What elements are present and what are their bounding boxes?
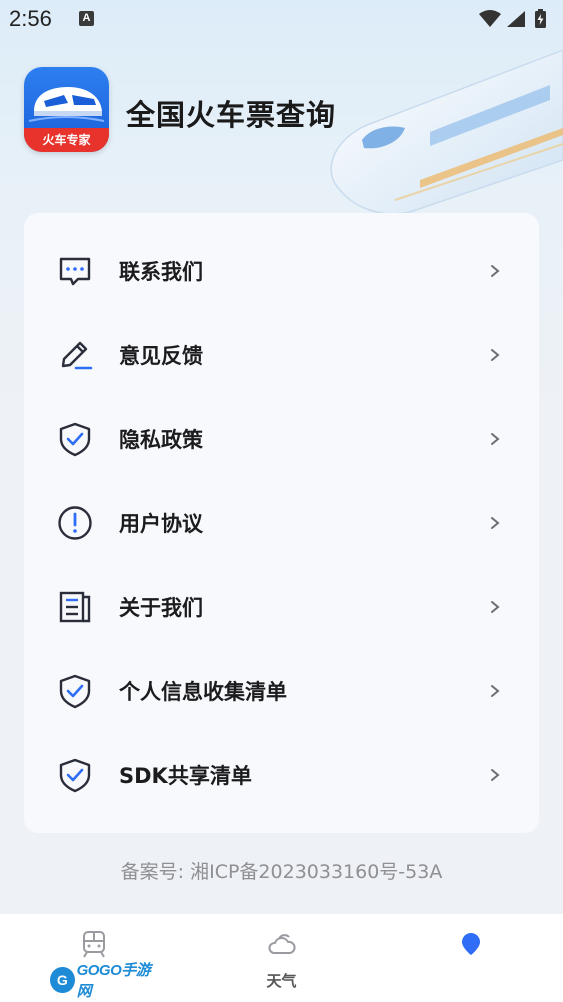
menu-item-sdk-share-list[interactable]: SDK共享清单 xyxy=(24,733,539,817)
app-logo: 火车专家 xyxy=(24,67,109,152)
menu-card: 联系我们 意见反馈 隐私政策 用户协议 关于我们 个人信息收集清单 SDK共享清… xyxy=(24,213,539,833)
status-time: 2:56 xyxy=(9,6,52,31)
menu-item-label: 个人信息收集清单 xyxy=(119,680,287,704)
pen-edit-icon xyxy=(56,336,94,374)
tab-label: 天气 xyxy=(266,972,297,990)
tab-profile[interactable] xyxy=(376,914,563,1002)
notification-a-icon: A xyxy=(79,11,94,26)
shield-check-icon xyxy=(56,420,94,458)
chevron-right-icon xyxy=(491,601,500,613)
status-icons xyxy=(479,9,546,28)
watermark-badge: G xyxy=(50,967,75,993)
chat-bubble-icon xyxy=(56,252,94,290)
menu-item-user-agreement[interactable]: 用户协议 xyxy=(24,481,539,565)
chevron-right-icon xyxy=(491,433,500,445)
chevron-right-icon xyxy=(491,769,500,781)
exclamation-circle-icon xyxy=(56,504,94,542)
watermark-text: GOGO手游网 xyxy=(76,962,151,1000)
menu-item-contact-us[interactable]: 联系我们 xyxy=(24,229,539,313)
icp-record-text: 备案号: 湘ICP备2023033160号-53A xyxy=(120,861,443,883)
menu-item-personal-info-list[interactable]: 个人信息收集清单 xyxy=(24,649,539,733)
train-logo-icon xyxy=(28,87,105,122)
menu-item-about-us[interactable]: 关于我们 xyxy=(24,565,539,649)
app-title: 全国火车票查询 xyxy=(126,98,337,132)
signal-icon xyxy=(507,11,525,27)
chevron-right-icon xyxy=(491,517,500,529)
menu-item-feedback[interactable]: 意见反馈 xyxy=(24,313,539,397)
menu-item-label: 隐私政策 xyxy=(119,428,203,452)
gogo-watermark: G GOGO手游网 xyxy=(50,962,160,1000)
tab-weather[interactable]: 天气 xyxy=(188,914,375,1002)
profile-dot-icon xyxy=(462,933,480,955)
menu-item-privacy-policy[interactable]: 隐私政策 xyxy=(24,397,539,481)
status-bar: 2:56 A xyxy=(0,0,563,40)
document-icon xyxy=(56,588,94,626)
cloud-sun-icon xyxy=(268,934,296,954)
menu-item-label: 意见反馈 xyxy=(119,344,203,368)
menu-item-label: 用户协议 xyxy=(119,512,203,536)
shield-check-icon xyxy=(56,756,94,794)
logo-banner: 火车专家 xyxy=(24,128,109,152)
wifi-icon xyxy=(479,10,501,27)
chevron-right-icon xyxy=(491,685,500,697)
battery-charging-icon xyxy=(535,9,546,28)
menu-item-label: 联系我们 xyxy=(119,260,203,284)
train-icon xyxy=(83,931,105,958)
bullet-train-illustration xyxy=(330,49,563,215)
chevron-right-icon xyxy=(491,349,500,361)
shield-check-icon xyxy=(56,672,94,710)
chevron-right-icon xyxy=(491,265,500,277)
menu-item-label: SDK共享清单 xyxy=(119,764,252,788)
menu-item-label: 关于我们 xyxy=(119,596,203,620)
